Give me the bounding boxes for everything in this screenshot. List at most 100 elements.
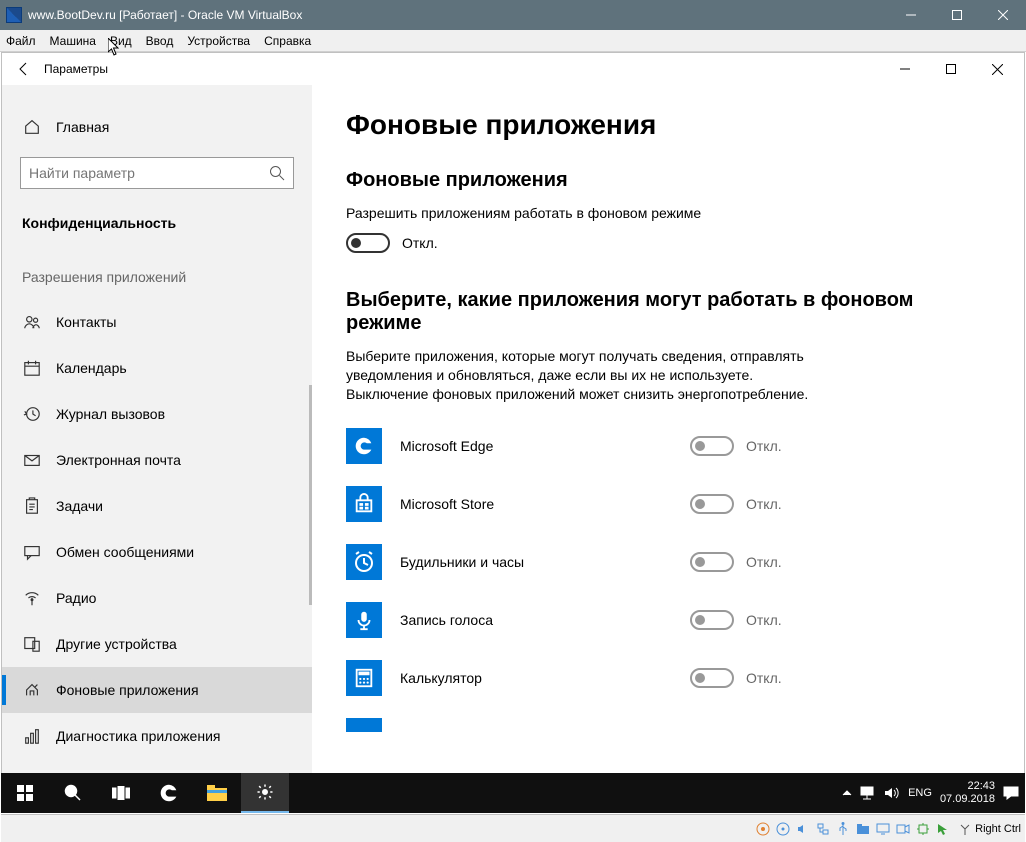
vbox-display-icon[interactable] <box>874 821 892 837</box>
sidebar-home[interactable]: Главная <box>2 107 312 147</box>
windows-taskbar: ENG 22:43 07.09.2018 <box>1 773 1025 813</box>
app-toggle-edge[interactable] <box>690 436 734 456</box>
vbox-network-icon[interactable] <box>814 821 832 837</box>
app-name-label: Будильники и часы <box>400 554 690 570</box>
app-state-label: Откл. <box>746 612 782 628</box>
sidebar-item-messaging[interactable]: Обмен сообщениями <box>2 529 312 575</box>
history-icon <box>22 405 42 423</box>
vbox-hdd-icon[interactable] <box>754 821 772 837</box>
start-button[interactable] <box>1 773 49 813</box>
allow-background-state: Откл. <box>402 235 438 251</box>
sidebar-item-label: Задачи <box>56 498 103 514</box>
tray-language[interactable]: ENG <box>908 787 932 799</box>
sidebar-search[interactable] <box>20 157 294 189</box>
vbox-usb-icon[interactable] <box>834 821 852 837</box>
sidebar-item-callhistory[interactable]: Журнал вызовов <box>2 391 312 437</box>
sidebar-item-label: Электронная почта <box>56 452 181 468</box>
sidebar-group-label: Разрешения приложений <box>2 245 312 299</box>
vbox-audio-icon[interactable] <box>794 821 812 837</box>
sidebar-item-backgroundapps[interactable]: Фоновые приложения <box>2 667 312 713</box>
app-toggle-calculator[interactable] <box>690 668 734 688</box>
tray-time: 22:43 <box>940 780 995 793</box>
virtualbox-menubar: Файл Машина Вид Ввод Устройства Справка <box>0 30 1026 52</box>
vbox-window-title: www.BootDev.ru [Работает] - Oracle VM Vi… <box>28 8 888 22</box>
app-row-edge: Microsoft Edge Откл. <box>346 428 990 464</box>
menu-machine[interactable]: Машина <box>50 34 96 48</box>
vbox-cpu-icon[interactable] <box>914 821 932 837</box>
menu-help[interactable]: Справка <box>264 34 311 48</box>
tray-clock[interactable]: 22:43 07.09.2018 <box>940 780 995 806</box>
app-list: Microsoft Edge Откл. Microsoft Store Отк… <box>346 428 990 732</box>
sidebar-item-label: Обмен сообщениями <box>56 544 194 560</box>
action-center-icon[interactable] <box>1003 786 1019 800</box>
taskbar-search-button[interactable] <box>49 773 97 813</box>
vbox-close-button[interactable] <box>980 0 1026 30</box>
taskbar-explorer[interactable] <box>193 773 241 813</box>
app-toggle-alarms[interactable] <box>690 552 734 572</box>
app-state-label: Откл. <box>746 438 782 454</box>
email-icon <box>22 451 42 469</box>
app-toggle-voicerecorder[interactable] <box>690 610 734 630</box>
sidebar-category: Конфиденциальность <box>2 207 312 245</box>
devices-icon <box>22 635 42 653</box>
diagnostics-icon <box>22 727 42 745</box>
sidebar-item-otherdevices[interactable]: Другие устройства <box>2 621 312 667</box>
sidebar-item-email[interactable]: Электронная почта <box>2 437 312 483</box>
sidebar-home-label: Главная <box>56 119 109 135</box>
app-row-voicerecorder: Запись голоса Откл. <box>346 602 990 638</box>
tray-network-icon[interactable] <box>860 786 876 800</box>
vbox-mouse-integration-icon[interactable] <box>934 821 952 837</box>
sidebar-item-tasks[interactable]: Задачи <box>2 483 312 529</box>
vbox-host-key[interactable]: Right Ctrl <box>958 822 1021 836</box>
settings-minimize-button[interactable] <box>882 53 928 85</box>
page-title: Фоновые приложения <box>346 109 990 141</box>
sidebar-item-calendar[interactable]: Календарь <box>2 345 312 391</box>
search-icon <box>269 165 285 181</box>
taskview-button[interactable] <box>97 773 145 813</box>
contacts-icon <box>22 313 42 331</box>
calculator-icon <box>346 660 382 696</box>
tray-chevron-up-icon[interactable] <box>842 788 852 798</box>
taskbar-settings[interactable] <box>241 773 289 813</box>
sidebar-item-label: Диагностика приложения <box>56 728 220 744</box>
vbox-minimize-button[interactable] <box>888 0 934 30</box>
back-button[interactable] <box>4 53 44 85</box>
voicerecorder-icon <box>346 602 382 638</box>
sidebar-item-appdiagnostics[interactable]: Диагностика приложения <box>2 713 312 759</box>
tray-volume-icon[interactable] <box>884 786 900 800</box>
app-name-label: Запись голоса <box>400 612 690 628</box>
settings-close-button[interactable] <box>974 53 1020 85</box>
app-name-label: Microsoft Edge <box>400 438 690 454</box>
vbox-maximize-button[interactable] <box>934 0 980 30</box>
menu-input[interactable]: Ввод <box>146 34 174 48</box>
calendar-icon <box>22 359 42 377</box>
vbox-shared-folders-icon[interactable] <box>854 821 872 837</box>
sidebar-item-radio[interactable]: Радио <box>2 575 312 621</box>
home-icon <box>22 118 42 136</box>
virtualbox-icon <box>6 7 22 23</box>
menu-file[interactable]: Файл <box>6 34 36 48</box>
settings-app-name: Параметры <box>44 62 108 76</box>
sidebar-item-label: Контакты <box>56 314 116 330</box>
taskbar-edge[interactable] <box>145 773 193 813</box>
mouse-cursor-icon <box>108 38 120 56</box>
allow-background-toggle[interactable] <box>346 233 390 253</box>
sidebar-item-label: Фоновые приложения <box>56 682 199 698</box>
sidebar-item-contacts[interactable]: Контакты <box>2 299 312 345</box>
tasks-icon <box>22 497 42 515</box>
vbox-optical-icon[interactable] <box>774 821 792 837</box>
app-toggle-store[interactable] <box>690 494 734 514</box>
alarms-icon <box>346 544 382 580</box>
menu-devices[interactable]: Устройства <box>187 34 250 48</box>
virtualbox-titlebar: www.BootDev.ru [Работает] - Oracle VM Vi… <box>0 0 1026 30</box>
store-icon <box>346 486 382 522</box>
virtualbox-statusbar: Right Ctrl <box>1 814 1025 842</box>
backgroundapps-icon <box>22 681 42 699</box>
section2-title: Выберите, какие приложения могут работат… <box>346 289 990 335</box>
partial-icon <box>346 718 382 732</box>
settings-titlebar: Параметры <box>2 53 1024 85</box>
settings-sidebar: Главная Конфиденциальность Разрешения пр… <box>2 85 312 811</box>
vbox-recording-icon[interactable] <box>894 821 912 837</box>
settings-maximize-button[interactable] <box>928 53 974 85</box>
search-input[interactable] <box>29 165 269 181</box>
